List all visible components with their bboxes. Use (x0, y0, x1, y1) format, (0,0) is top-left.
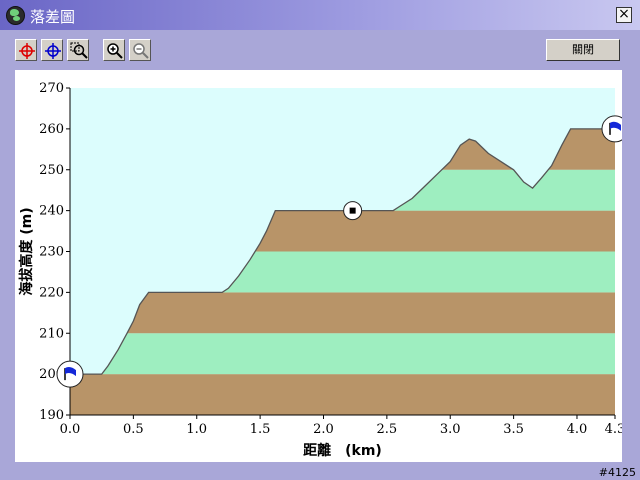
window-title: 落差圖 (30, 8, 76, 26)
y-tick-label: 210 (39, 326, 64, 341)
elevation-band (70, 374, 615, 415)
x-tick-label: 4.0 (567, 422, 588, 437)
elevation-profile-chart[interactable]: 0.0 0.5 1.0 1.5 2.0 2.5 3.0 3.5 4.0 4.3 270 260 250 2… (15, 70, 622, 462)
close-window-button[interactable]: 關閉 (546, 39, 620, 61)
x-tick-label: 3.0 (440, 422, 461, 437)
y-tick-label: 260 (39, 122, 64, 137)
midpoint-marker-dot (349, 207, 356, 214)
x-axis-label: 距離 (km) (303, 442, 382, 459)
build-code: #4125 (598, 466, 636, 479)
x-tick-label: 2.0 (313, 422, 334, 437)
x-tick-label: 0.0 (60, 422, 81, 437)
x-tick-label: 1.5 (250, 422, 271, 437)
elevation-band (70, 292, 615, 334)
close-icon[interactable]: × (616, 7, 632, 23)
zoom-region-tool[interactable] (67, 39, 89, 61)
y-tick-label: 220 (39, 285, 64, 300)
zoom-out-icon (133, 43, 149, 59)
y-tick-label: 230 (39, 245, 64, 260)
y-axis-label: 海拔高度 (m) (18, 207, 35, 295)
flag-marker-ring (56, 360, 84, 388)
x-tick-label: 0.5 (123, 422, 144, 437)
zoom-in-button[interactable] (103, 39, 125, 61)
midpoint-marker[interactable] (343, 201, 363, 221)
elevation-band (70, 333, 615, 375)
zoom-out-button[interactable] (129, 39, 151, 61)
y-tick-label: 250 (39, 163, 64, 178)
x-tick-label: 3.5 (503, 422, 524, 437)
y-tick-label: 270 (39, 81, 64, 96)
x-tick-label: 2.5 (377, 422, 398, 437)
globe-icon (6, 6, 25, 25)
y-tick-label: 190 (39, 408, 64, 423)
elevation-chart-panel: 0.0 0.5 1.0 1.5 2.0 2.5 3.0 3.5 4.0 4.3 270 260 250 2… (15, 70, 622, 462)
blue-crosshair-icon (45, 43, 61, 59)
title-bar: 落差圖 × (0, 0, 640, 30)
x-tick-label: 1.0 (186, 422, 207, 437)
y-tick-label: 240 (39, 204, 64, 219)
zoom-in-icon (107, 43, 123, 59)
x-tick-label: 4.3 (605, 422, 622, 437)
start-flag[interactable] (56, 360, 84, 388)
red-crosshair-icon (19, 43, 35, 59)
end-point-tool[interactable] (41, 39, 63, 61)
magnifier-select-icon (70, 42, 88, 59)
start-point-tool[interactable] (15, 39, 37, 61)
